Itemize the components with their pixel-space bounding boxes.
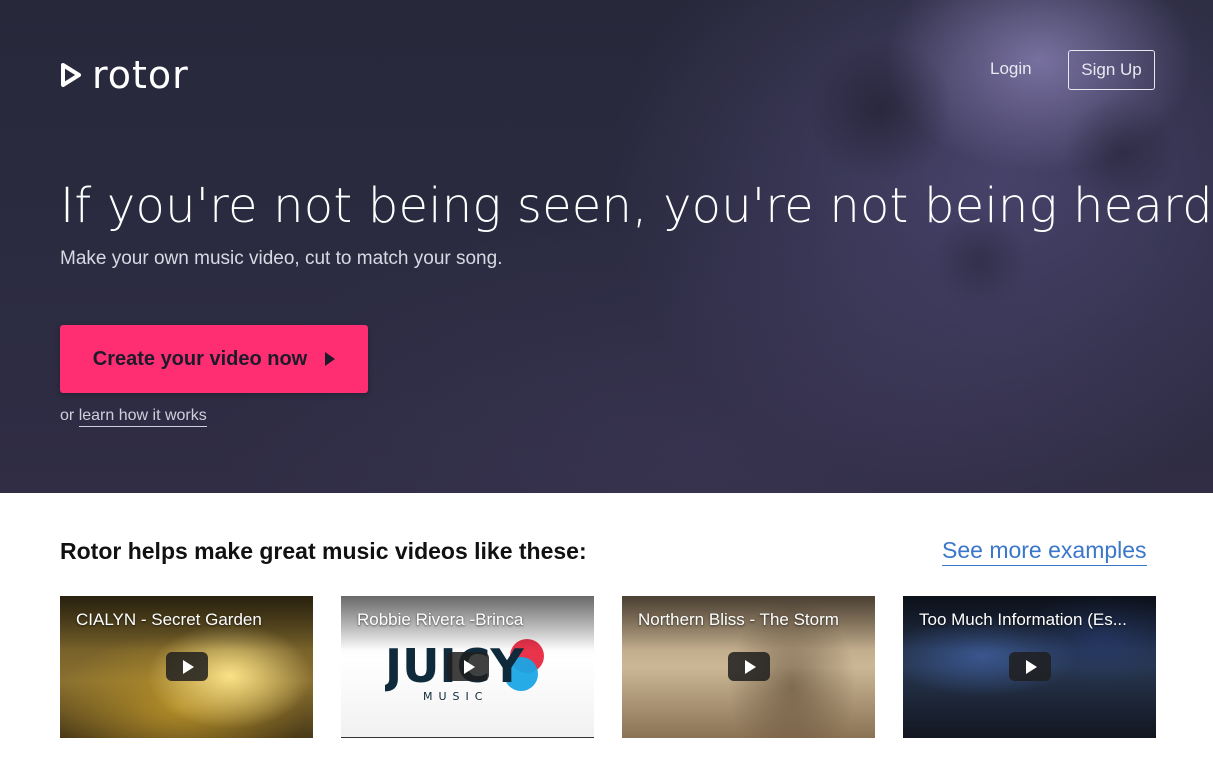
video-title: Too Much Information (Es... — [903, 596, 1156, 650]
play-button-icon[interactable] — [1009, 652, 1051, 681]
create-video-button[interactable]: Create your video now — [60, 325, 368, 393]
video-thumbnail[interactable]: CIALYN - Secret Garden — [60, 596, 313, 738]
logo[interactable]: rotor — [60, 56, 189, 94]
create-video-label: Create your video now — [92, 347, 308, 370]
video-thumbnail[interactable]: Too Much Information (Es... — [903, 596, 1156, 738]
juicy-logo-subtext: MUSIC — [423, 690, 488, 703]
play-triangle-icon — [61, 63, 81, 87]
video-title: Robbie Rivera -Brinca — [341, 596, 594, 650]
signup-button[interactable]: Sign Up — [1068, 50, 1155, 90]
login-link[interactable]: Login — [990, 59, 1032, 79]
see-more-examples-link[interactable]: See more examples — [942, 537, 1147, 566]
video-title: Northern Bliss - The Storm — [622, 596, 875, 650]
video-thumbnail[interactable]: JUICY MUSIC Robbie Rivera -Brinca — [341, 596, 594, 738]
play-arrow-icon — [325, 352, 336, 366]
hero-subheadline: Make your own music video, cut to match … — [60, 248, 503, 269]
hero-section: rotor Login Sign Up If you're not being … — [0, 0, 1213, 493]
video-thumbnails: CIALYN - Secret Garden JUICY MUSIC Robbi… — [60, 596, 1156, 738]
play-button-icon[interactable] — [728, 652, 770, 681]
examples-title: Rotor helps make great music videos like… — [60, 538, 587, 564]
video-thumbnail[interactable]: Northern Bliss - The Storm — [622, 596, 875, 738]
logo-text: rotor — [92, 53, 189, 97]
play-button-icon[interactable] — [447, 652, 489, 681]
learn-how-link[interactable]: learn how it works — [78, 407, 207, 427]
video-title: CIALYN - Secret Garden — [60, 596, 313, 650]
play-button-icon[interactable] — [166, 652, 208, 681]
hero-headline: If you're not being seen, you're not bei… — [60, 178, 1213, 234]
learn-prefix: or — [60, 407, 75, 424]
learn-how-line: or learn how it works — [60, 407, 207, 427]
